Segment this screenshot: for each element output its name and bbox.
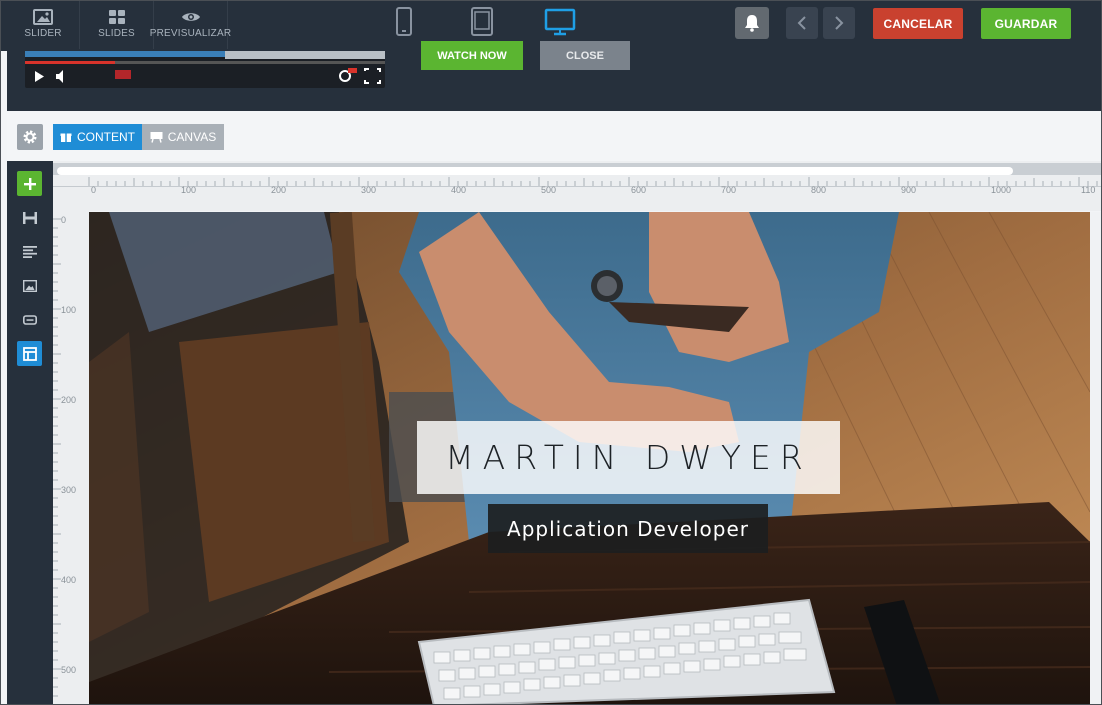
image-icon bbox=[22, 279, 37, 292]
ruler-label-left: 100 bbox=[61, 305, 77, 315]
horizontal-ruler: 0 100 200 300 400 500 600 700 800 900 1000 110 bbox=[53, 161, 1101, 211]
tab-canvas-label: CANVAS bbox=[167, 130, 217, 144]
add-layer-button[interactable] bbox=[17, 171, 42, 196]
video-controls bbox=[35, 51, 385, 84]
tablet-view-button[interactable] bbox=[470, 7, 494, 42]
layout-icon bbox=[22, 346, 37, 361]
ruler-label-top: 900 bbox=[901, 185, 917, 195]
ruler-label-top: 800 bbox=[811, 185, 827, 195]
add-container-button[interactable] bbox=[17, 341, 42, 366]
scrollbar-thumb[interactable] bbox=[57, 167, 1013, 175]
chevron-right-icon bbox=[835, 16, 844, 30]
redo-button[interactable] bbox=[823, 7, 855, 39]
ruler-label-left: 500 bbox=[61, 665, 77, 675]
nav-preview-label: PREVISUALIZAR bbox=[149, 28, 232, 39]
ruler-label-top: 500 bbox=[541, 185, 557, 195]
save-button[interactable]: GUARDAR bbox=[981, 8, 1071, 39]
vertical-ruler: 0 100 200 300 400 500 bbox=[53, 211, 89, 704]
gift-icon bbox=[60, 133, 72, 142]
editor-toolbar: CONTENT CANVAS bbox=[7, 111, 1101, 161]
paragraph-icon bbox=[22, 245, 37, 258]
ruler-label-left: 0 bbox=[61, 215, 67, 225]
ruler-label-left: 400 bbox=[61, 575, 77, 585]
nav-slides-button[interactable]: SLIDES bbox=[80, 1, 154, 49]
ruler-label-top: 1000 bbox=[991, 185, 1012, 195]
add-text-button[interactable] bbox=[17, 239, 42, 264]
slide-title-layer[interactable]: MARTIN DWYER bbox=[417, 421, 840, 494]
settings-button[interactable] bbox=[17, 124, 43, 150]
horizontal-scrollbar[interactable] bbox=[53, 163, 1101, 175]
easel-icon bbox=[150, 132, 163, 143]
grid-icon bbox=[108, 10, 125, 24]
ruler-label-left: 200 bbox=[61, 395, 77, 405]
desktop-view-button[interactable] bbox=[544, 7, 576, 42]
canvas-right-gutter bbox=[1090, 212, 1101, 704]
add-image-button[interactable] bbox=[17, 273, 42, 298]
desktop-icon bbox=[544, 8, 576, 36]
tab-content-label: CONTENT bbox=[77, 130, 135, 144]
plus-icon bbox=[23, 177, 36, 190]
nav-slider-label: SLIDER bbox=[24, 28, 62, 39]
heading-icon bbox=[22, 211, 37, 224]
layer-tools-sidebar bbox=[7, 161, 53, 704]
ruler-label-top: 300 bbox=[361, 185, 377, 195]
watch-now-layer[interactable]: WATCH NOW bbox=[421, 41, 523, 70]
undo-button[interactable] bbox=[786, 7, 818, 39]
tab-content[interactable]: CONTENT bbox=[53, 124, 142, 150]
slide-canvas[interactable]: MARTIN DWYER Application Developer bbox=[89, 212, 1090, 704]
notifications-button[interactable] bbox=[735, 7, 769, 39]
ruler-label-top: 400 bbox=[451, 185, 467, 195]
tablet-icon bbox=[471, 7, 493, 36]
add-button-layer[interactable] bbox=[17, 307, 42, 332]
slide-subtitle-layer[interactable]: Application Developer bbox=[488, 504, 768, 553]
nav-slides-label: SLIDES bbox=[98, 28, 135, 39]
gear-icon bbox=[23, 130, 37, 144]
ruler-label-top: 100 bbox=[181, 185, 197, 195]
nav-preview-button[interactable]: PREVISUALIZAR bbox=[150, 1, 231, 49]
ruler-label-top: 700 bbox=[721, 185, 737, 195]
ruler-label-top: 110 bbox=[1081, 185, 1096, 195]
ruler-label-top: 0 bbox=[91, 185, 97, 195]
editor-window: SLIDER SLIDES PREVISUALIZAR CANCELAR GUA… bbox=[0, 0, 1102, 705]
close-layer[interactable]: CLOSE bbox=[540, 41, 630, 70]
eye-icon bbox=[181, 13, 200, 21]
ruler-label-top: 600 bbox=[631, 185, 647, 195]
chevron-left-icon bbox=[797, 16, 806, 30]
cancel-button[interactable]: CANCELAR bbox=[873, 8, 963, 39]
video-layer-thumbnail[interactable] bbox=[25, 51, 385, 88]
add-heading-button[interactable] bbox=[17, 205, 42, 230]
ruler-label-left: 300 bbox=[61, 485, 77, 495]
ruler-ticks-top bbox=[53, 177, 1101, 187]
image-icon bbox=[33, 9, 53, 25]
ruler-label-top: 200 bbox=[271, 185, 287, 195]
nav-slider-button[interactable]: SLIDER bbox=[7, 1, 80, 49]
layer-preview-strip: WATCH NOW CLOSE bbox=[7, 41, 1101, 111]
button-icon bbox=[22, 314, 37, 325]
mobile-view-button[interactable] bbox=[395, 7, 413, 42]
mobile-icon bbox=[396, 7, 412, 36]
ruler-ticks-left bbox=[53, 218, 61, 697]
tab-canvas[interactable]: CANVAS bbox=[142, 124, 224, 150]
bell-icon bbox=[745, 15, 759, 32]
